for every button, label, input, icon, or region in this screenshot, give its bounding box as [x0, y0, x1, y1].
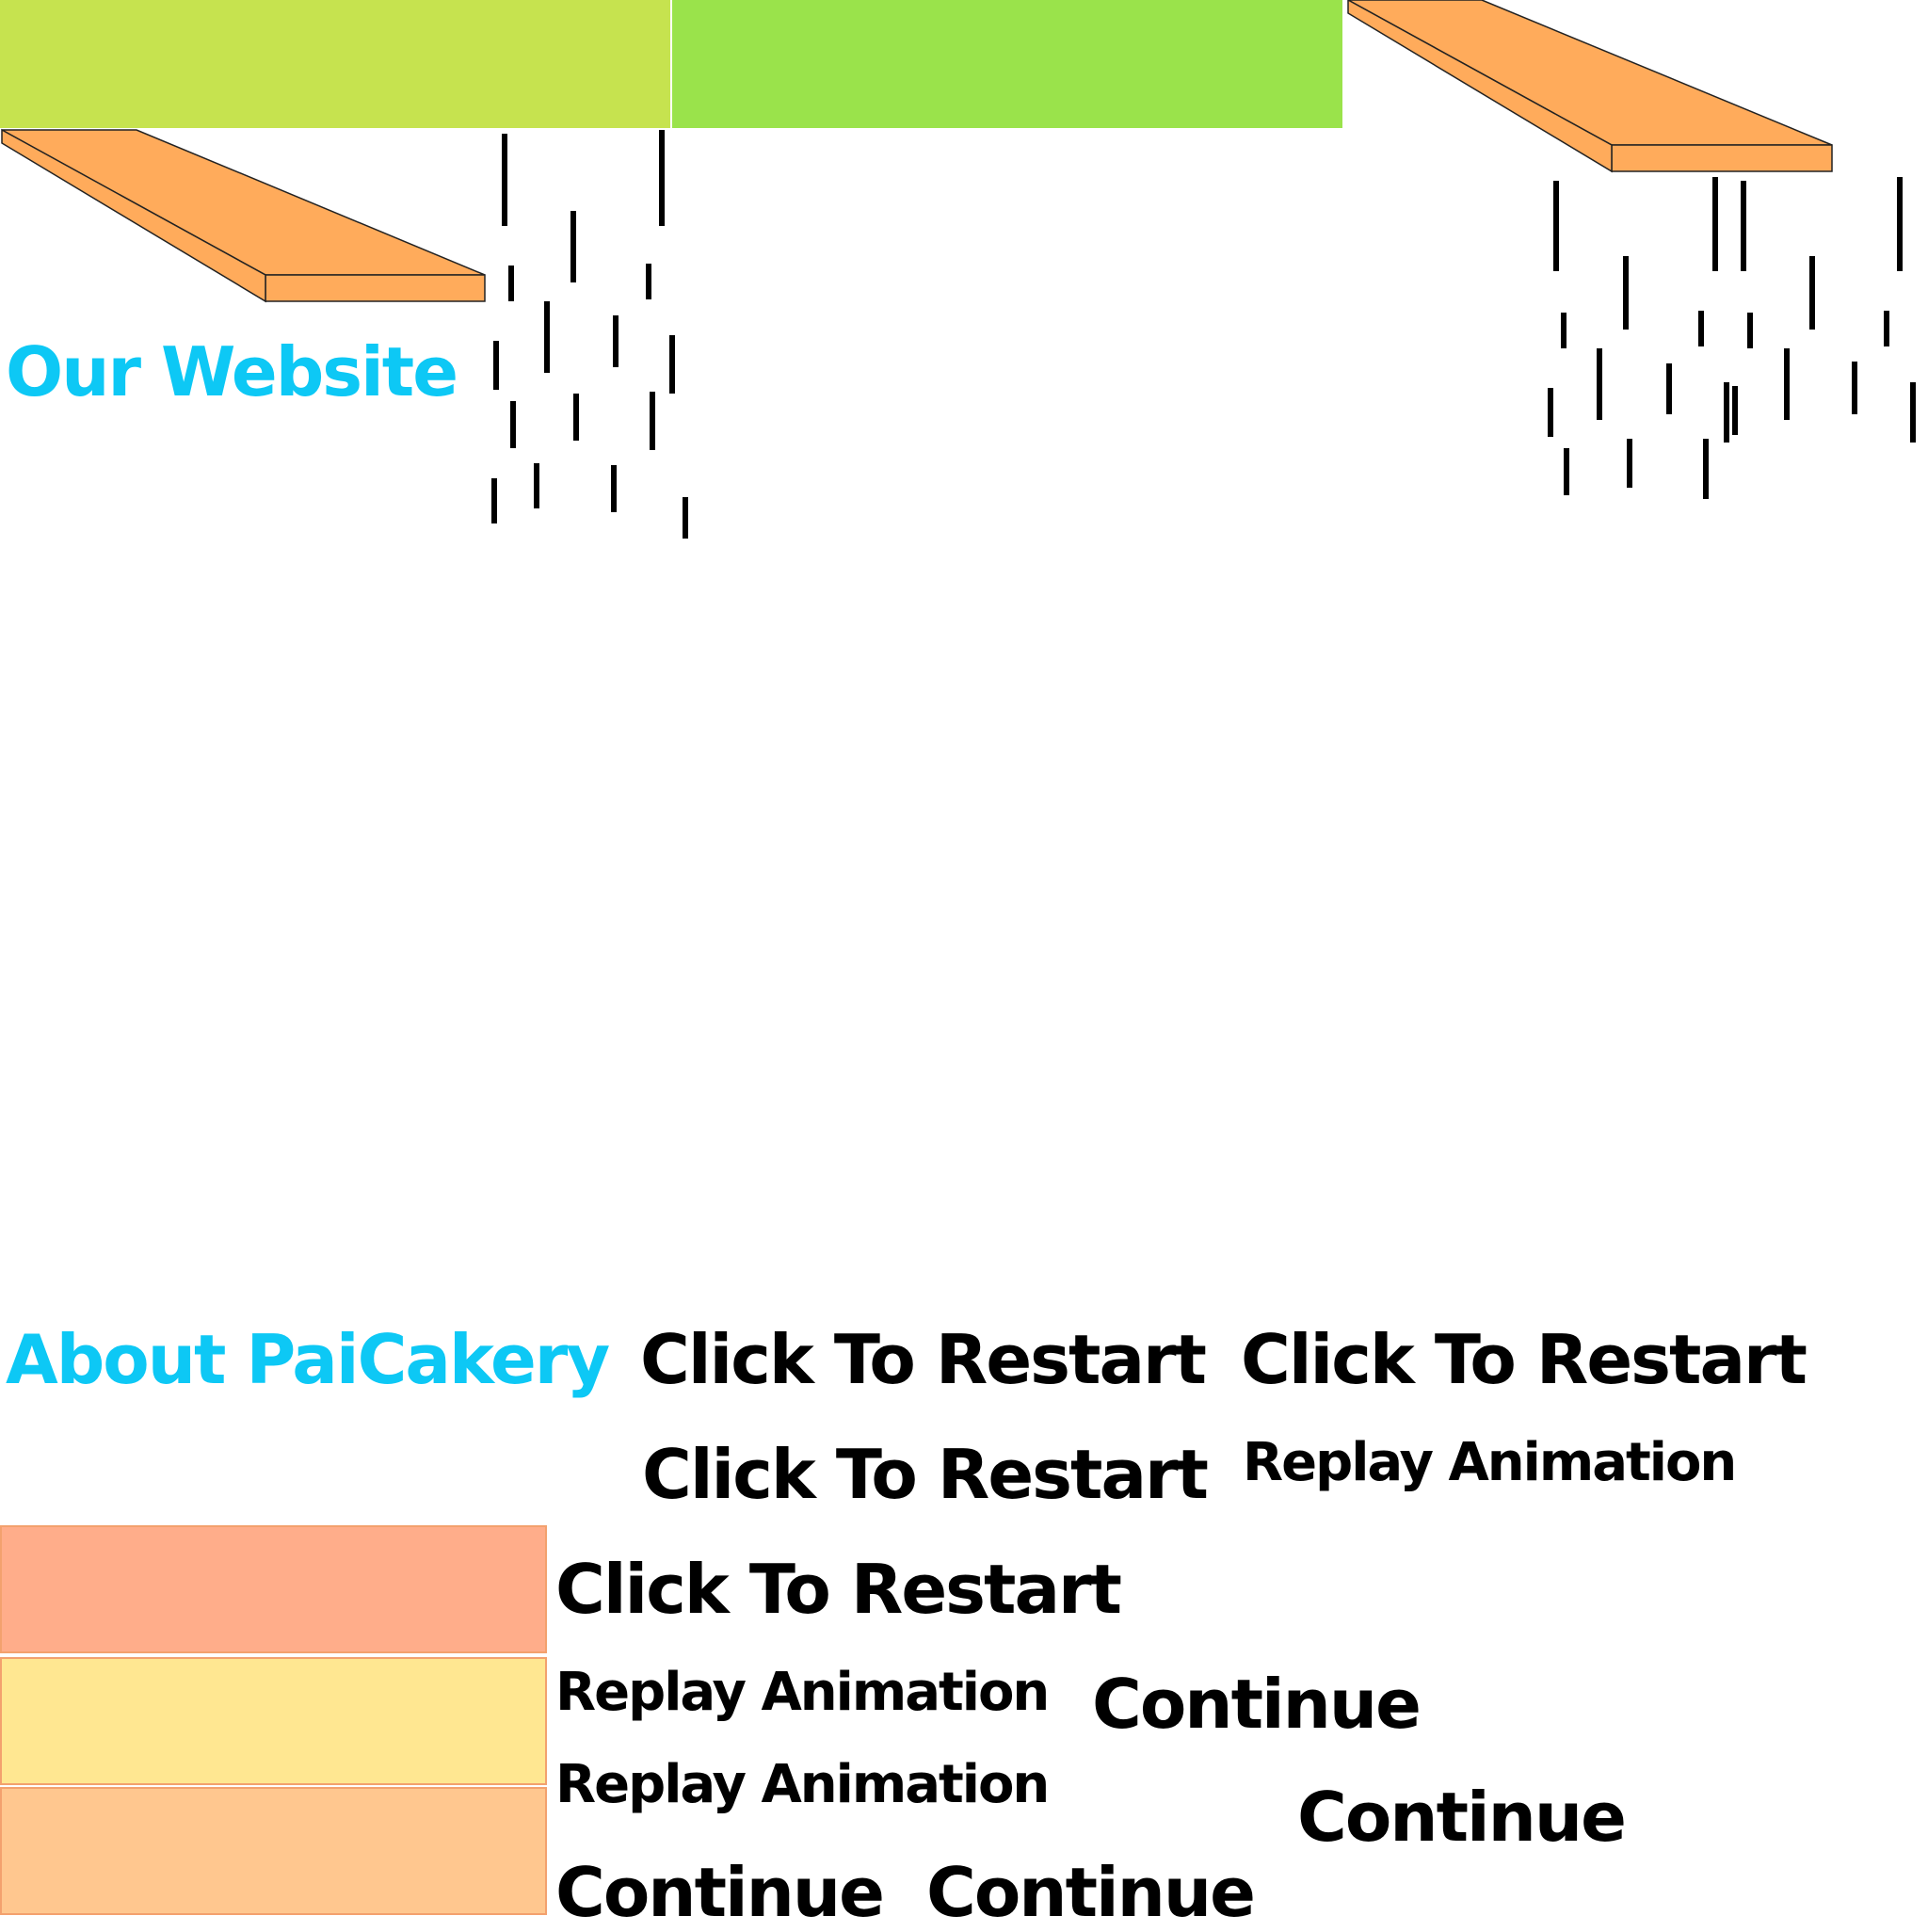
plank-left-icon: [1, 128, 486, 303]
continue-button[interactable]: Continue: [1092, 1666, 1422, 1742]
rain-drops-right-icon: [1548, 177, 1916, 499]
restart-button[interactable]: Click To Restart: [1241, 1322, 1808, 1397]
replay-animation-button[interactable]: Replay Animation: [555, 1663, 1050, 1723]
continue-button[interactable]: Continue: [926, 1855, 1256, 1930]
continue-button[interactable]: Continue: [1297, 1779, 1627, 1855]
plank-right-icon: [1347, 0, 1833, 173]
replay-animation-button[interactable]: Replay Animation: [1243, 1433, 1737, 1493]
swatch-salmon: [0, 1525, 547, 1653]
our-website-heading: Our Website: [6, 332, 458, 411]
replay-animation-button[interactable]: Replay Animation: [555, 1755, 1050, 1815]
swatch-peach: [0, 1787, 547, 1915]
continue-button[interactable]: Continue: [555, 1855, 885, 1930]
about-heading: About PaiCakery: [6, 1320, 610, 1399]
rain-drops-left-icon: [491, 130, 688, 539]
restart-button[interactable]: Click To Restart: [642, 1437, 1209, 1512]
restart-button[interactable]: Click To Restart: [640, 1322, 1207, 1397]
restart-button[interactable]: Click To Restart: [555, 1552, 1122, 1627]
swatch-yellow: [0, 1657, 547, 1785]
